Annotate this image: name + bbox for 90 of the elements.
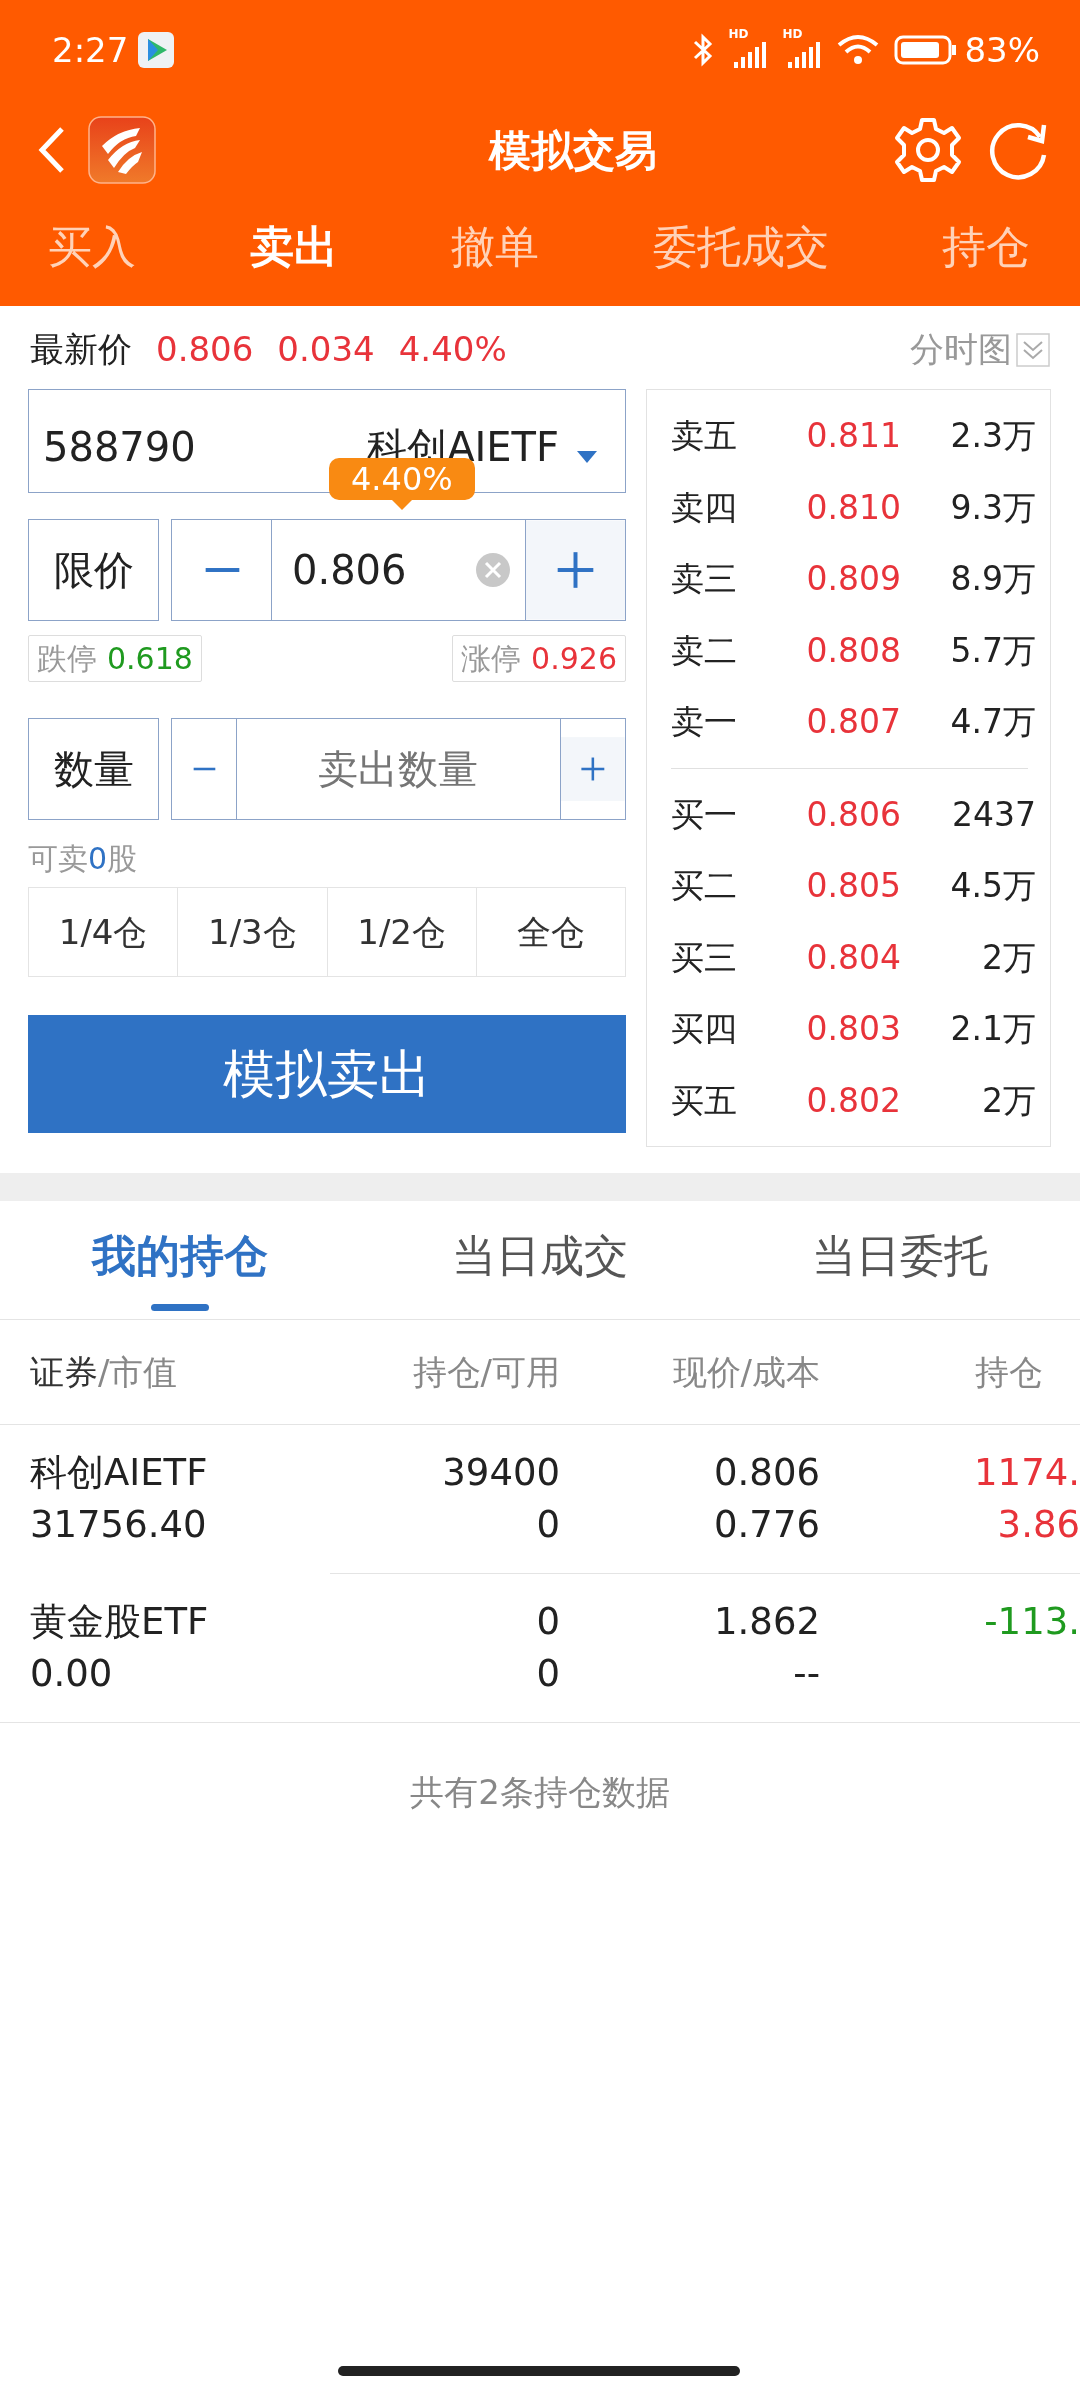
order-volume: 4.5万	[949, 865, 1036, 907]
order-level: 卖二	[671, 629, 738, 672]
bluetooth-icon	[692, 32, 715, 68]
order-price: 0.802	[805, 1079, 901, 1122]
price-stepper[interactable]: 0.806	[171, 519, 626, 621]
table-cell-text: 39400	[441, 1450, 560, 1496]
available-count: 0	[88, 841, 108, 876]
network-type: HD	[728, 28, 749, 40]
available-unit: 股	[107, 841, 138, 876]
latest-price: 0.806	[156, 328, 254, 371]
price-input[interactable]: 0.806	[290, 539, 470, 601]
table-cell-text: 31756.40	[30, 1502, 208, 1548]
order-level: 卖四	[671, 486, 738, 529]
table-cell-text: 0.776	[713, 1502, 820, 1548]
order-price: 0.810	[805, 486, 901, 529]
limit-down-price: 0.618	[107, 640, 193, 678]
order-volume: 5.7万	[949, 629, 1036, 672]
quantity-input[interactable]: 卖出数量	[236, 738, 561, 800]
order-level: 买五	[671, 1079, 738, 1122]
order-price: 0.809	[805, 558, 901, 600]
table-cell-text: 0	[535, 1502, 560, 1548]
limit-label: 涨停	[461, 640, 522, 678]
available-label: 可卖	[28, 841, 88, 876]
order-volume: 2437	[951, 793, 1036, 836]
dropdown-icon	[575, 449, 599, 465]
table-cell-text: 黄金股ETF	[30, 1599, 210, 1645]
app-notification-icon	[138, 32, 175, 68]
table-cell-text: 科创AIETF	[30, 1450, 209, 1496]
network-type: HD	[782, 28, 803, 40]
order-volume: 2.3万	[949, 415, 1036, 457]
order-price: 0.811	[805, 415, 901, 457]
order-level: 买二	[671, 865, 738, 907]
order-volume: 9.3万	[949, 486, 1036, 529]
stock-code: 588790	[43, 423, 196, 472]
order-level: 买四	[671, 1008, 738, 1050]
limit-up-price: 0.926	[531, 640, 617, 678]
price-change: 0.034	[277, 328, 375, 371]
plus-icon[interactable]	[560, 719, 625, 819]
order-volume: 4.7万	[949, 701, 1036, 743]
order-level: 买一	[671, 793, 738, 836]
column-header: 现价/成本	[672, 1351, 820, 1392]
order-price: 0.806	[805, 793, 901, 836]
tab[interactable]: 当日成交	[360, 1201, 720, 1319]
quantity-stepper[interactable]: 卖出数量	[171, 718, 626, 820]
order-level: 买三	[671, 936, 738, 979]
back-icon[interactable]	[36, 125, 66, 175]
plus-icon[interactable]	[525, 520, 625, 620]
table-cell-text: -113.	[983, 1599, 1080, 1645]
order-price: 0.804	[805, 936, 901, 979]
column-header: 持仓	[975, 1351, 1043, 1392]
battery-percent: 83%	[964, 28, 1040, 72]
app-logo-icon	[88, 116, 156, 184]
column-header: 持仓/可用	[412, 1351, 560, 1392]
column-header: /市值	[98, 1351, 178, 1392]
field-label: 限价	[28, 519, 159, 621]
table-cell-text: 0	[535, 1651, 560, 1697]
order-level: 卖三	[671, 558, 738, 600]
order-level: 卖一	[671, 701, 738, 743]
order-volume: 2万	[981, 936, 1036, 979]
column-header: 证券	[30, 1351, 98, 1392]
table-cell-text: --	[792, 1651, 820, 1697]
table-summary: 共有2条持仓数据	[409, 1771, 671, 1814]
tab[interactable]: 当日委托	[720, 1201, 1080, 1319]
tab[interactable]: 我的持仓	[0, 1201, 360, 1319]
change-percent: 4.40%	[398, 328, 507, 371]
table-cell-text: 0.00	[30, 1651, 114, 1697]
tab-indicator	[151, 1304, 209, 1311]
settings-icon[interactable]	[894, 116, 962, 184]
table-cell-text: 3.86	[996, 1502, 1080, 1548]
order-price: 0.805	[805, 865, 901, 907]
order-level: 卖五	[671, 415, 738, 457]
order-volume: 2万	[981, 1079, 1036, 1122]
battery-icon	[894, 33, 959, 67]
order-price: 0.808	[805, 629, 901, 672]
status-time: 2:27	[52, 28, 129, 72]
table-cell-text: 1174.	[973, 1450, 1080, 1496]
table-cell-text: 0	[535, 1599, 560, 1645]
table-cell-text: 0.806	[713, 1450, 820, 1496]
order-price: 0.807	[805, 701, 901, 743]
order-volume: 2.1万	[949, 1008, 1036, 1050]
page-title: 模拟交易	[487, 124, 658, 177]
order-price: 0.803	[805, 1008, 901, 1050]
quote-label: 最新价	[30, 328, 132, 371]
sell-button[interactable]: 模拟卖出	[28, 1015, 626, 1133]
field-label: 数量	[28, 718, 159, 820]
table-cell-text: 1.862	[713, 1599, 820, 1645]
order-volume: 8.9万	[949, 558, 1036, 600]
clear-icon[interactable]	[475, 552, 511, 588]
dropdown-icon[interactable]	[1016, 332, 1050, 367]
limit-label: 跌停	[37, 640, 97, 678]
